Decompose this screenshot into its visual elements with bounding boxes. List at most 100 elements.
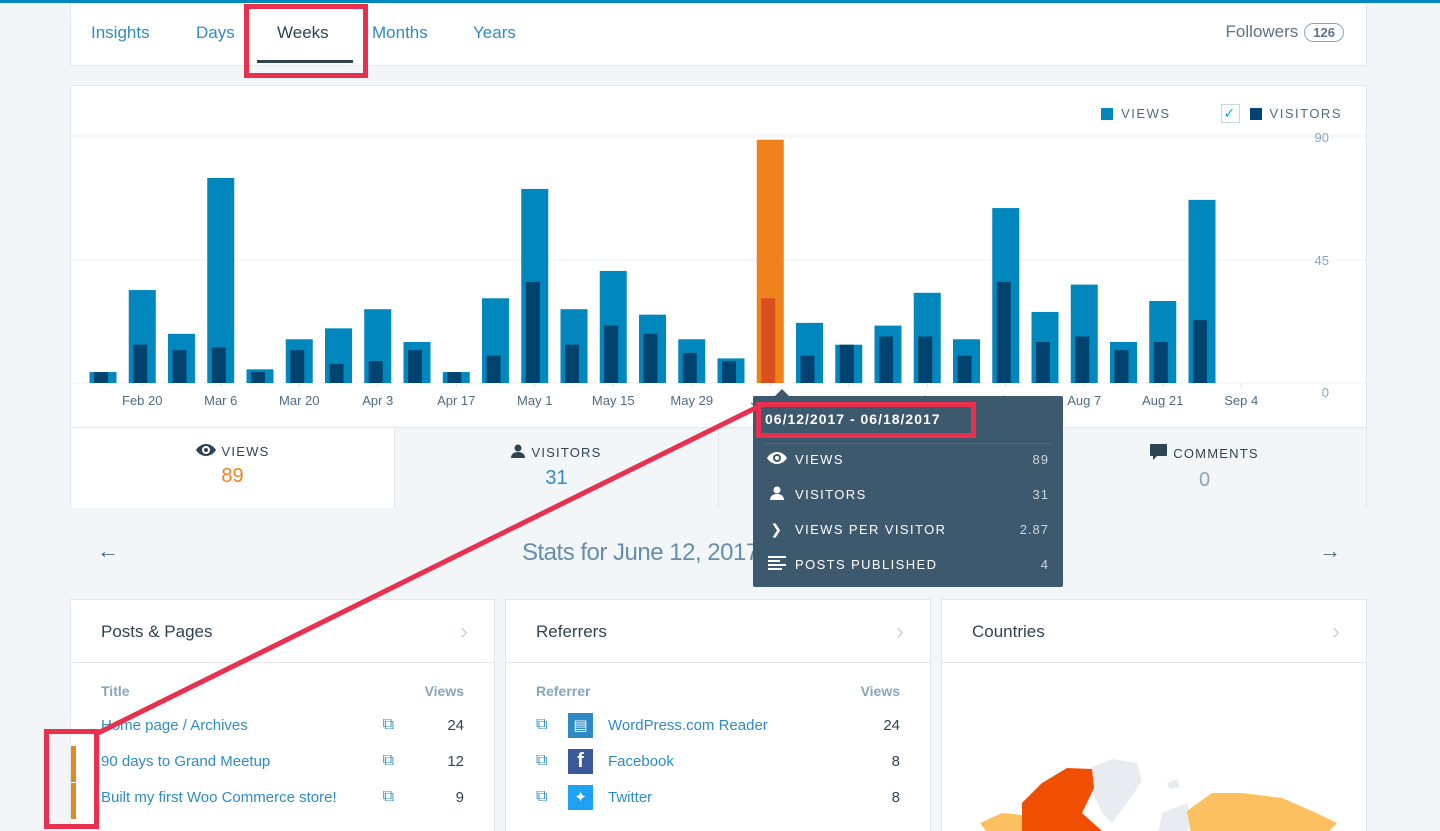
tooltip-row-posts-published: POSTS PUBLISHED 4 [767, 554, 1049, 574]
tab-years[interactable]: Years [473, 23, 516, 43]
referrers-title: Referrers [536, 622, 607, 641]
countries-title: Countries [972, 622, 1045, 641]
y-tick-label: 45 [1315, 253, 1329, 268]
referrer-link[interactable]: Facebook [608, 753, 674, 770]
external-link-icon[interactable]: ⧉ [383, 752, 394, 770]
map-region-europe [1158, 803, 1192, 831]
referrer-views: 24 [883, 716, 900, 734]
tooltip-value: 4 [1040, 556, 1049, 572]
stats-chart-card: VIEWS ✓ VISITORS 0 45 90 Feb 20 Mar 6 Mar 20 A… [70, 85, 1367, 508]
bar-visitors-highlighted [761, 298, 776, 383]
summary-comments-value: 0 [1198, 469, 1211, 491]
stats-for-heading: Stats for June 12, 2017 [522, 539, 759, 566]
x-tick-label: May 15 [592, 393, 635, 408]
tooltip-value: 2.87 [1019, 521, 1049, 537]
x-tick-label: Feb 20 [122, 393, 162, 408]
facebook-icon: f [568, 748, 593, 774]
external-link-icon[interactable]: ⧉ [383, 788, 394, 806]
bar-visitors [447, 372, 462, 383]
chevron-right-icon[interactable]: › [896, 618, 904, 646]
bar-visitors [1036, 342, 1050, 383]
tooltip-label: VIEWS PER VISITOR [795, 521, 947, 537]
bar-visitors [996, 281, 1011, 383]
tooltip-value: 89 [1032, 451, 1049, 467]
bar-visitors [957, 355, 972, 383]
followers-count-badge: 126 [1304, 22, 1344, 42]
summary-views-value: 89 [221, 465, 244, 487]
bar-visitors [525, 281, 540, 383]
summary-visitors[interactable]: VISITORS 31 [394, 428, 718, 508]
col-referrer-header: Referrer [536, 683, 591, 699]
x-tick-label: Aug 21 [1142, 393, 1183, 408]
posts-icon [767, 555, 787, 573]
bar-chart: 0 45 90 Feb 20 Mar 6 Mar 20 Apr 3 Apr 17 May 1 Ma… [71, 130, 1366, 408]
tab-months[interactable]: Months [372, 23, 428, 43]
chevron-right-icon[interactable]: › [460, 618, 468, 646]
col-views-header: Views [424, 683, 464, 699]
external-link-icon[interactable]: ⧉ [536, 752, 568, 770]
bar-visitors [368, 361, 383, 383]
annotation-box-date-range [756, 402, 976, 438]
bar-visitors [133, 344, 148, 383]
next-period-arrow-icon[interactable]: → [1319, 538, 1341, 564]
bar-visitors [1114, 350, 1129, 383]
previous-period-arrow-icon[interactable]: ← [97, 538, 119, 564]
bar-visitors [329, 363, 344, 383]
summary-views[interactable]: VIEWS 89 [71, 428, 394, 508]
map-region-russia [1187, 793, 1337, 831]
map-region-iceland [1167, 779, 1180, 789]
annotation-box-marker [44, 729, 99, 829]
x-tick-label: May 1 [517, 393, 552, 408]
tooltip-label: VISITORS [795, 486, 867, 502]
chevron-right-icon[interactable]: › [1332, 618, 1340, 646]
external-link-icon[interactable]: ⧉ [536, 716, 568, 734]
bar-visitors [251, 372, 265, 383]
tab-days[interactable]: Days [196, 23, 235, 43]
list-item: ⧉ ✦ Twitter 8 [506, 779, 930, 815]
referrer-link[interactable]: Twitter [608, 789, 652, 806]
post-views: 9 [455, 788, 464, 806]
external-link-icon[interactable]: ⧉ [536, 788, 568, 806]
external-link-icon[interactable]: ⧉ [383, 716, 394, 734]
bar-visitors [486, 355, 501, 383]
followers-link[interactable]: Followers 126 [1226, 22, 1344, 42]
bar-visitors [839, 344, 854, 383]
post-title-link[interactable]: 90 days to Grand Meetup [101, 753, 270, 770]
tooltip-divider [765, 443, 1051, 444]
list-item: 90 days to Grand Meetup ⧉ 12 [71, 743, 494, 779]
annotation-box-weeks [244, 4, 368, 78]
bar-visitors [722, 361, 736, 383]
person-icon [511, 444, 526, 461]
bar-visitors [408, 350, 422, 383]
bar-visitors [800, 355, 815, 383]
post-views: 12 [447, 752, 464, 770]
chevron-right-icon: ❯ [770, 520, 784, 537]
summary-visitors-label: VISITORS [531, 445, 602, 460]
bar-visitors [94, 372, 108, 383]
countries-module: Countries › [941, 599, 1367, 831]
y-tick-label: 0 [1322, 385, 1329, 400]
x-tick-label: Aug 7 [1067, 393, 1101, 408]
tooltip-row-views-per-visitor: ❯ VIEWS PER VISITOR 2.87 [767, 519, 1049, 539]
twitter-icon: ✦ [568, 784, 593, 810]
posts-pages-title: Posts & Pages [101, 622, 213, 641]
bar-visitors [1075, 336, 1090, 383]
comment-icon [1150, 444, 1168, 463]
list-item: Built my first Woo Commerce store! ⧉ 9 [71, 779, 494, 815]
referrer-views: 8 [891, 788, 900, 806]
post-title-link[interactable]: Built my first Woo Commerce store! [101, 789, 337, 806]
referrer-link[interactable]: WordPress.com Reader [608, 717, 768, 734]
summary-comments[interactable]: COMMENTS 0 [1042, 428, 1366, 508]
x-tick-label: Mar 20 [279, 393, 319, 408]
bar-visitors [211, 347, 226, 383]
post-views: 24 [447, 716, 464, 734]
bar-visitors [643, 333, 658, 383]
bar-visitors [1193, 320, 1207, 383]
tab-insights[interactable]: Insights [91, 23, 150, 43]
x-tick-label: Apr 3 [362, 393, 393, 408]
tooltip-label: VIEWS [795, 451, 844, 467]
summary-views-label: VIEWS [221, 444, 270, 459]
map-region-alaska [980, 813, 1022, 831]
bar-visitors [918, 336, 933, 383]
x-tick-label: Apr 17 [437, 393, 475, 408]
